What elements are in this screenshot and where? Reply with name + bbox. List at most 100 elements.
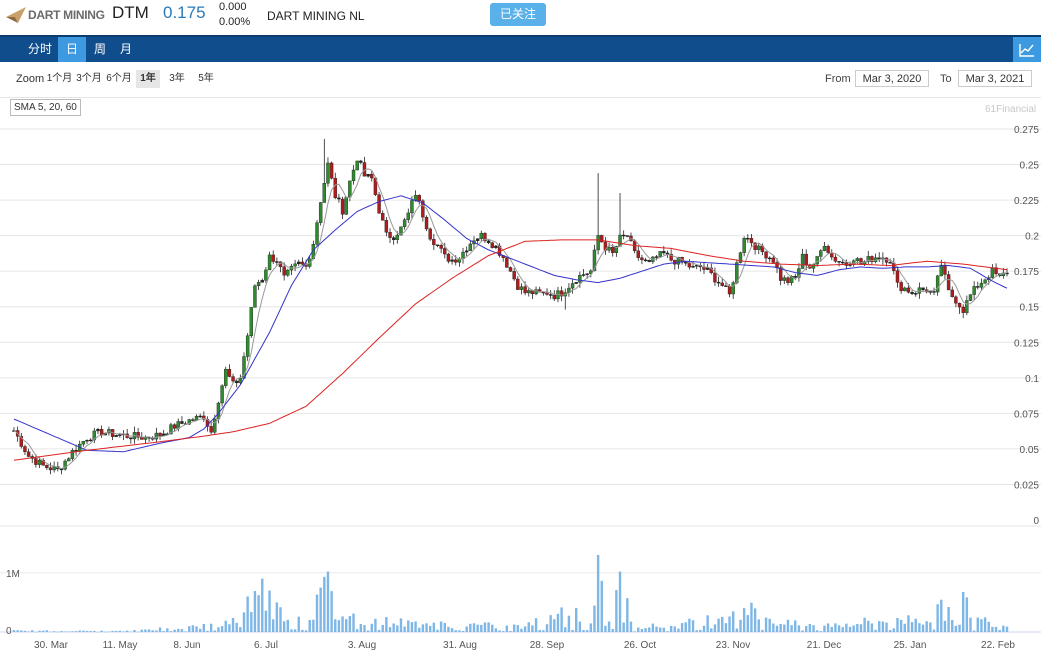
candlestick — [782, 275, 787, 285]
candlestick — [793, 273, 797, 281]
candlestick — [154, 427, 159, 443]
candlestick — [530, 289, 535, 300]
candlestick — [592, 244, 597, 272]
volume-bar — [644, 628, 647, 632]
candlestick — [643, 257, 648, 262]
candlestick — [231, 373, 235, 384]
candlestick — [454, 255, 458, 266]
candlestick — [464, 246, 469, 256]
volume-bar — [476, 624, 479, 632]
volume-bar — [556, 613, 560, 632]
candlestick — [505, 256, 509, 268]
volume-bar — [710, 628, 713, 632]
zoom-1y-button[interactable]: 1年 — [136, 70, 160, 88]
candlestick — [388, 228, 392, 244]
candlestick — [249, 307, 253, 338]
zoom-6m-button[interactable]: 6个月 — [105, 70, 133, 88]
candlestick — [888, 258, 892, 264]
zoom-label: Zoom — [16, 73, 45, 85]
candlestick — [227, 364, 232, 378]
volume-bar — [115, 630, 118, 632]
y-tick-label: 0.25 — [1020, 161, 1040, 172]
zoom-3y-button[interactable]: 3年 — [165, 70, 189, 88]
candlestick — [432, 233, 436, 251]
volume-bar — [191, 625, 195, 632]
volume-bar — [1002, 625, 1005, 632]
candlestick — [70, 448, 75, 461]
volume-bar — [509, 630, 512, 632]
candlestick — [337, 193, 341, 203]
follow-button[interactable]: 已关注 — [490, 3, 546, 26]
volume-bar — [334, 619, 337, 632]
chart-type-toggle[interactable] — [1013, 37, 1041, 62]
volume-bar — [308, 619, 311, 632]
volume-bar — [534, 618, 538, 632]
candlestick — [600, 234, 604, 243]
volume-bar — [567, 615, 571, 632]
volume-bar — [217, 627, 220, 632]
tab-daily[interactable]: 日 — [58, 37, 86, 62]
to-date-input[interactable]: Mar 3, 2021 — [958, 70, 1032, 87]
candlestick — [694, 264, 699, 270]
volume-bar — [615, 590, 618, 632]
candlestick — [318, 202, 323, 226]
candlestick — [658, 251, 662, 258]
volume-bar — [954, 625, 958, 632]
volume-bar — [370, 623, 373, 632]
volume-bar — [122, 631, 125, 632]
zoom-1m-button[interactable]: 1个月 — [46, 70, 73, 88]
toolbar-divider — [0, 97, 1041, 98]
volume-bar — [998, 630, 1001, 632]
y-tick-label: 0 — [1033, 516, 1039, 527]
x-tick-label: 22. Feb — [981, 640, 1015, 651]
indicator-legend[interactable]: SMA 5, 20, 60 — [10, 99, 81, 116]
candlestick — [23, 444, 27, 455]
volume-bar — [78, 630, 81, 632]
from-date-input[interactable]: Mar 3, 2020 — [855, 70, 929, 87]
candlestick — [581, 268, 586, 277]
tab-monthly[interactable]: 月 — [114, 37, 138, 62]
candlestick — [439, 243, 443, 254]
candlestick — [914, 291, 918, 297]
candlestick — [541, 291, 546, 296]
candlestick — [187, 418, 191, 425]
volume-bar — [202, 623, 206, 632]
y-tick-label: 0.025 — [1014, 480, 1039, 491]
x-tick-label: 21. Dec — [807, 640, 841, 651]
volume-bar — [279, 607, 282, 632]
volume-bar — [896, 617, 899, 632]
candlestick — [676, 256, 681, 269]
candlestick — [410, 196, 414, 219]
tab-intraday[interactable]: 分时 — [25, 37, 55, 62]
candlestick — [921, 287, 925, 293]
volume-bar — [246, 596, 249, 632]
x-tick-label: 3. Aug — [348, 640, 376, 651]
zoom-5y-button[interactable]: 5年 — [194, 70, 218, 88]
volume-bar — [323, 576, 326, 632]
candlestick — [169, 422, 173, 435]
candlestick — [359, 159, 363, 165]
candlestick — [136, 428, 140, 441]
volume-bar — [582, 629, 585, 632]
x-tick-label: 31. Aug — [443, 640, 477, 651]
x-tick-label: 6. Jul — [254, 640, 278, 651]
candlestick — [957, 302, 962, 314]
zoom-3m-button[interactable]: 3个月 — [75, 70, 103, 88]
candlestick — [96, 428, 100, 435]
period-nav-bar: 分时 日 周 月 — [0, 35, 1041, 62]
volume-bar — [969, 617, 972, 632]
volume-bar — [688, 618, 691, 632]
volume-bar — [253, 591, 257, 632]
volume-bar — [264, 610, 268, 632]
volume-bar — [209, 623, 213, 632]
volume-bar — [286, 619, 290, 632]
candlestick — [698, 262, 703, 272]
candlestick — [651, 255, 655, 264]
candlestick — [121, 430, 126, 441]
volume-bar — [447, 626, 450, 632]
tab-weekly[interactable]: 周 — [88, 37, 112, 62]
volume-bar — [184, 631, 187, 632]
volume-bar — [341, 616, 344, 632]
candlestick — [37, 457, 42, 469]
volume-bar — [892, 628, 896, 632]
